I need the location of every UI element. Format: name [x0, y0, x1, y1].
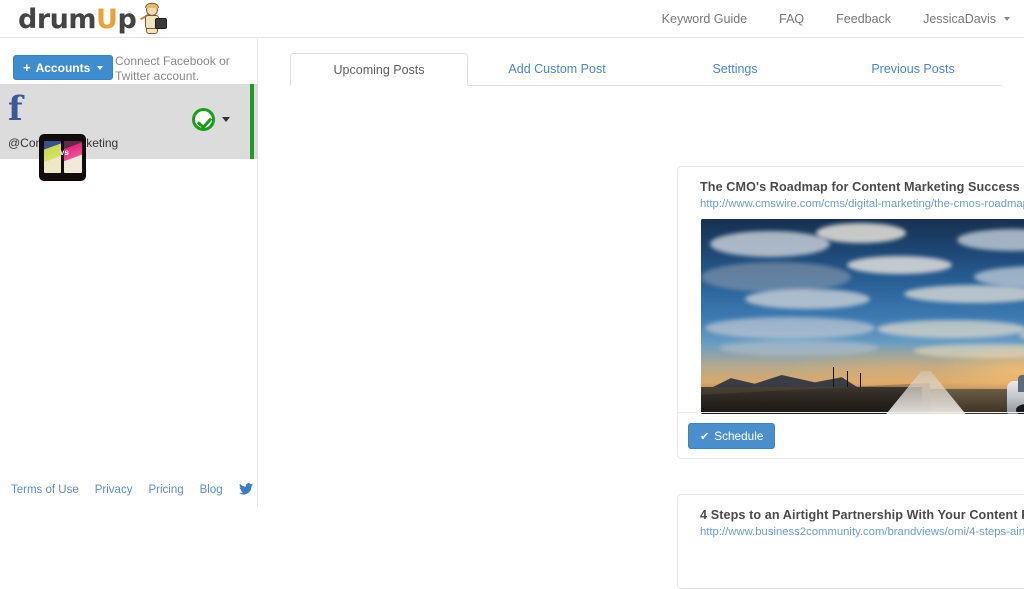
post-url[interactable]: http://www.business2community.com/brandv…: [700, 526, 1024, 538]
avatar: vs: [39, 134, 86, 181]
selected-account-accent-bar: [250, 84, 254, 159]
user-menu-label: JessicaDavis: [923, 12, 996, 26]
sidebar-footer: Terms of Use Privacy Pricing Blog f: [0, 479, 258, 501]
nav-feedback[interactable]: Feedback: [820, 0, 907, 38]
connect-account-hint: Connect Facebook or Twitter account.: [115, 54, 245, 84]
plus-icon: +: [23, 61, 31, 74]
nav-keyword-guide[interactable]: Keyword Guide: [646, 0, 763, 38]
post-title: 4 Steps to an Airtight Partnership With …: [700, 508, 1024, 522]
check-icon: ✔: [700, 430, 709, 443]
chevron-down-icon[interactable]: [1004, 17, 1010, 21]
post-url[interactable]: http://www.cmswire.com/cms/digital-marke…: [700, 198, 1024, 210]
car-in-photo: [996, 361, 1024, 414]
nav-faq[interactable]: FAQ: [763, 0, 820, 38]
app-header: drumUp Keyword Guide FAQ Feedback Jessic…: [0, 0, 1024, 38]
post-card: The CMO's Roadmap for Content Marketing …: [677, 166, 1024, 459]
post-actions: ✔ Schedule ✖ Delete ☑ Edit: [678, 412, 1024, 458]
chevron-down-icon[interactable]: [222, 117, 230, 122]
chevron-down-icon: [97, 66, 103, 70]
top-navigation: Keyword Guide FAQ Feedback JessicaDavis: [646, 0, 1010, 38]
tab-upcoming-posts[interactable]: Upcoming Posts: [290, 53, 468, 86]
main-content: Upcoming Posts Add Custom Post Settings …: [259, 39, 1024, 507]
facebook-icon: f: [8, 92, 28, 126]
logo-text-u: U: [96, 4, 117, 35]
drummer-mascot-icon: [138, 3, 168, 35]
post-image: [701, 219, 1024, 414]
accounts-button-label: Accounts: [36, 61, 91, 75]
sidebar: + Accounts Connect Facebook or Twitter a…: [0, 39, 258, 507]
logo-wordmark: drumUp: [18, 6, 136, 33]
footer-link-privacy[interactable]: Privacy: [95, 484, 133, 496]
green-check-circle-icon: [192, 108, 215, 131]
footer-link-terms-of-use[interactable]: Terms of Use: [11, 484, 79, 496]
tab-bar: Upcoming Posts Add Custom Post Settings …: [290, 53, 1002, 86]
twitter-icon[interactable]: [239, 483, 253, 498]
schedule-button-label: Schedule: [714, 429, 763, 443]
account-status[interactable]: [192, 108, 230, 131]
tab-add-custom-post[interactable]: Add Custom Post: [468, 53, 646, 86]
tab-settings[interactable]: Settings: [646, 53, 824, 86]
post-card: 4 Steps to an Airtight Partnership With …: [677, 494, 1024, 589]
footer-link-pricing[interactable]: Pricing: [148, 484, 183, 496]
user-menu[interactable]: JessicaDavis: [907, 0, 1000, 38]
post-card-header: The CMO's Roadmap for Content Marketing …: [678, 167, 1024, 210]
drumup-logo[interactable]: drumUp: [18, 2, 168, 36]
post-title: The CMO's Roadmap for Content Marketing …: [700, 180, 1024, 194]
avatar-vs-label: vs: [60, 148, 69, 157]
schedule-button[interactable]: ✔ Schedule: [688, 423, 775, 449]
add-accounts-button[interactable]: + Accounts: [13, 55, 113, 80]
logo-text-drum: drum: [18, 4, 96, 35]
post-card-header: 4 Steps to an Airtight Partnership With …: [678, 495, 1024, 538]
tab-previous-posts[interactable]: Previous Posts: [824, 53, 1002, 86]
footer-link-blog[interactable]: Blog: [200, 484, 223, 496]
logo-text-p: p: [117, 4, 136, 35]
